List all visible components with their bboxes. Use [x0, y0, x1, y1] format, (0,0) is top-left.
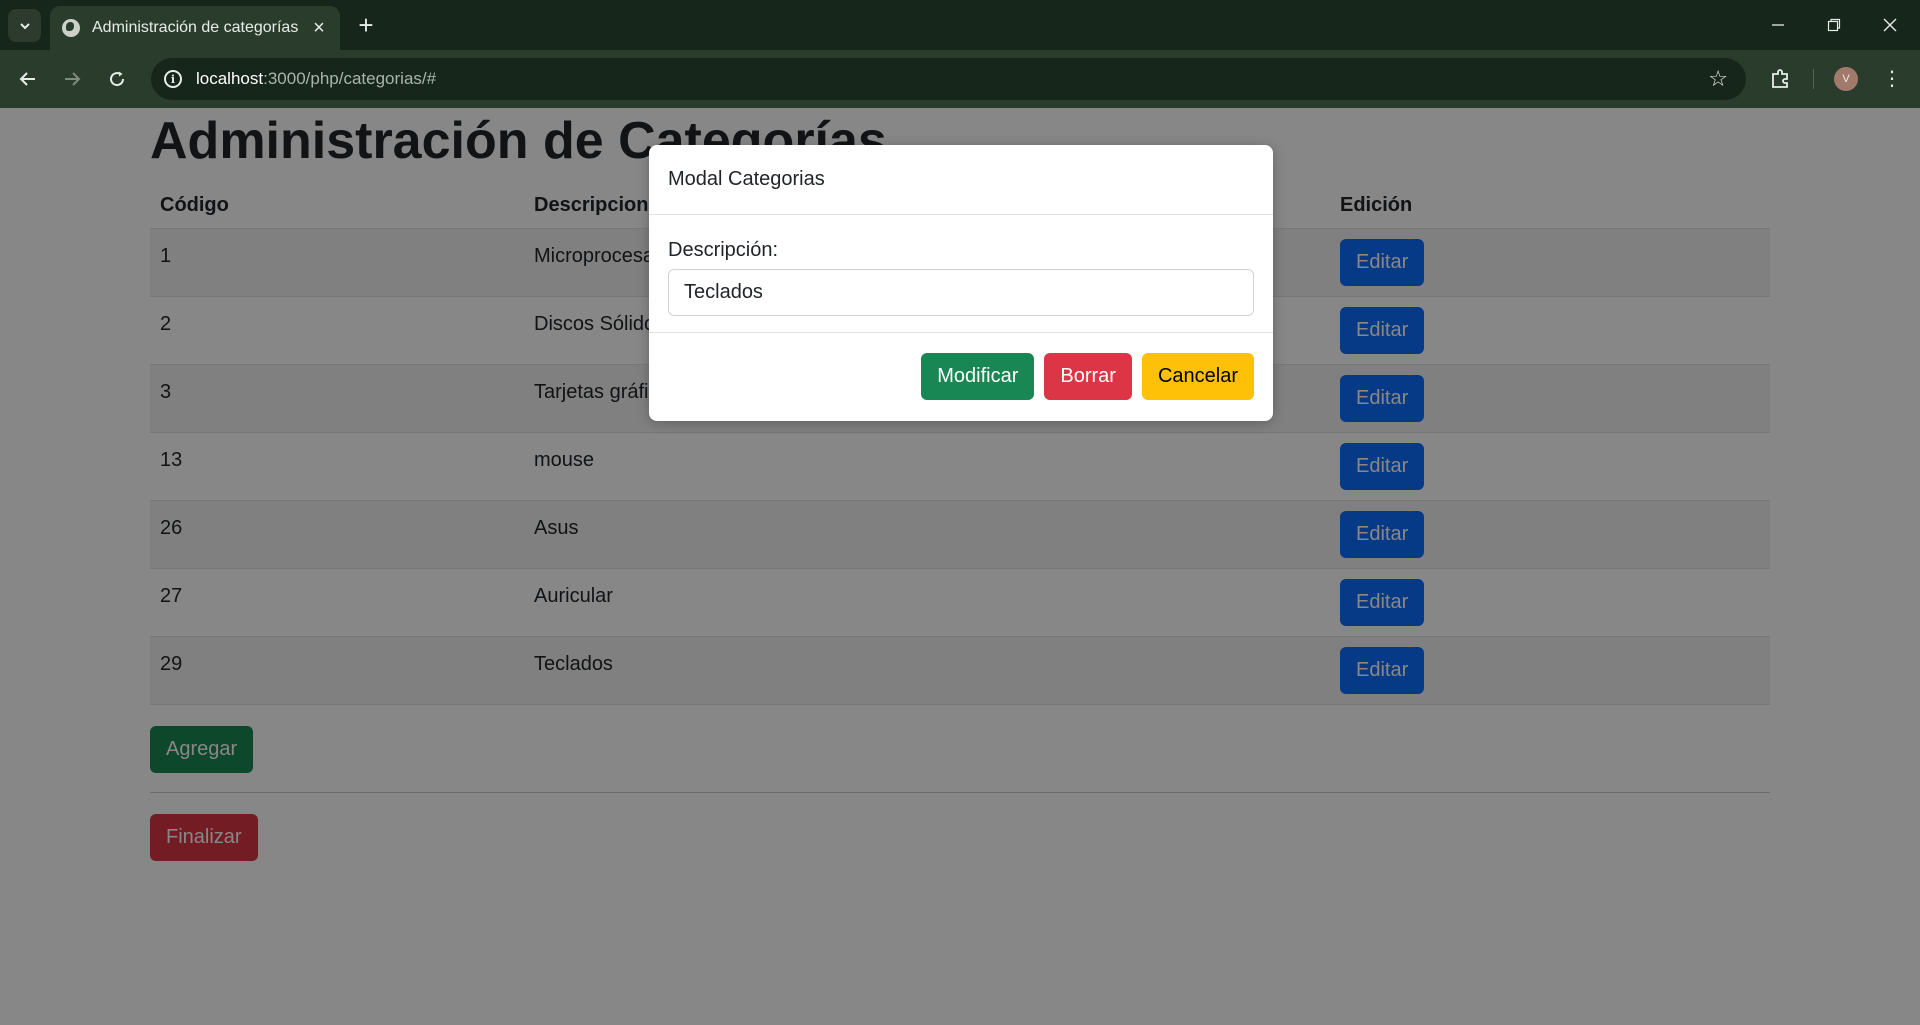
delete-button[interactable]: Borrar [1044, 353, 1132, 400]
profile-avatar[interactable]: V [1834, 67, 1858, 91]
modal-header: Modal Categorias [649, 145, 1273, 215]
modal-body: Descripción: [649, 215, 1273, 333]
browser-tab-active[interactable]: Administración de categorías × [50, 6, 340, 50]
info-icon[interactable]: i [164, 70, 182, 88]
close-icon [1883, 18, 1897, 32]
category-modal: Modal Categorias Descripción: Modificar … [649, 145, 1273, 421]
close-tab-icon[interactable]: × [308, 17, 330, 40]
minimize-button[interactable] [1750, 0, 1806, 50]
reload-icon [110, 71, 125, 87]
url-text: localhost:3000/php/categorias/# [196, 69, 437, 88]
minimize-icon [1772, 24, 1784, 26]
restore-icon [1827, 18, 1841, 32]
modal-title: Modal Categorias [668, 168, 825, 190]
back-button[interactable] [12, 63, 44, 95]
globe-icon [62, 19, 80, 37]
arrow-left-icon [19, 72, 35, 86]
modal-footer: Modificar Borrar Cancelar [649, 333, 1273, 420]
chevron-down-icon [19, 22, 30, 29]
description-input[interactable] [668, 269, 1254, 316]
reload-button[interactable] [101, 63, 133, 95]
browser-tab-bar: Administración de categorías × + [0, 0, 1920, 50]
tab-search-button[interactable] [8, 9, 41, 42]
address-bar[interactable]: i localhost:3000/php/categorias/# ☆ [151, 58, 1746, 100]
description-label: Descripción: [668, 239, 779, 261]
extensions-button[interactable] [1767, 64, 1795, 92]
bookmark-star-icon[interactable]: ☆ [1708, 66, 1728, 92]
arrow-right-icon [65, 72, 81, 86]
browser-toolbar: i localhost:3000/php/categorias/# ☆ V ⋮ [0, 50, 1920, 108]
modify-button[interactable]: Modificar [921, 353, 1035, 400]
toolbar-divider [1813, 69, 1814, 89]
cancel-button[interactable]: Cancelar [1141, 353, 1254, 400]
close-window-button[interactable] [1862, 0, 1918, 50]
puzzle-icon [1772, 69, 1788, 88]
forward-button[interactable] [56, 63, 88, 95]
new-tab-button[interactable]: + [351, 10, 381, 40]
tab-title: Administración de categorías [92, 19, 299, 36]
restore-button[interactable] [1806, 0, 1862, 50]
browser-menu-icon[interactable]: ⋮ [1882, 64, 1902, 94]
